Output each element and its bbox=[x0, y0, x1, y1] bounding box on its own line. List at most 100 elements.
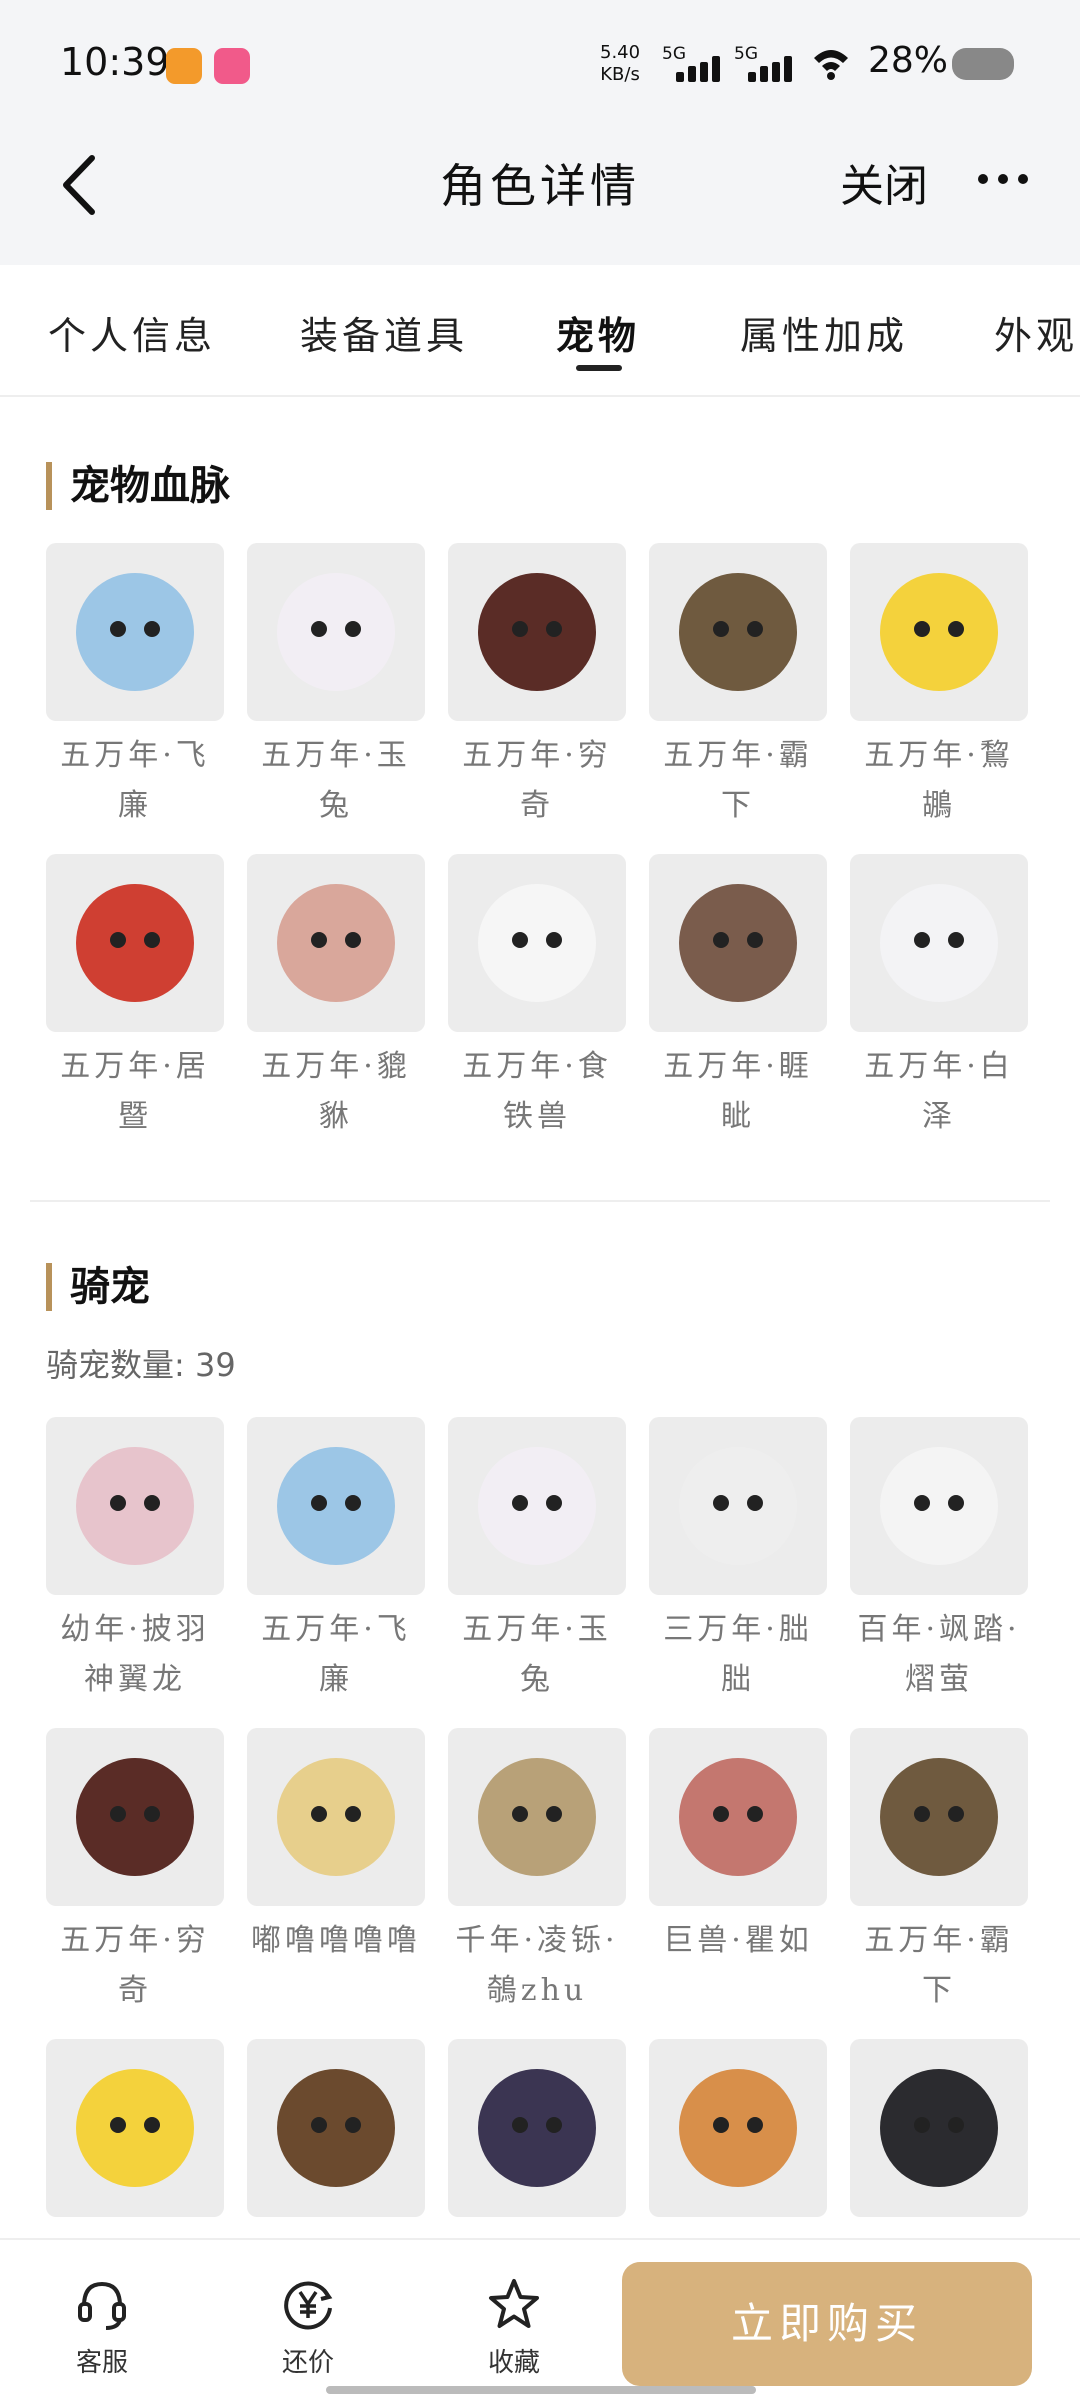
pet-eye-icon bbox=[546, 621, 562, 637]
pet-bloodline-item[interactable]: 五万年·睚眦 bbox=[649, 854, 827, 1142]
pet-bloodline-item[interactable]: 五万年·鵹鶘 bbox=[850, 543, 1028, 831]
pet-bloodline-item[interactable]: 五万年·居暨 bbox=[46, 854, 224, 1142]
pet-thumbnail[interactable] bbox=[247, 1417, 425, 1595]
tab-pets[interactable]: 宠物 bbox=[556, 305, 640, 360]
pet-thumbnail[interactable] bbox=[850, 2039, 1028, 2217]
pet-eye-icon bbox=[512, 1495, 528, 1511]
pet-bloodline-item[interactable]: 五万年·飞廉 bbox=[46, 543, 224, 831]
pet-name-line-1: 五万年·霸 bbox=[663, 738, 813, 773]
mount-item[interactable] bbox=[46, 2039, 224, 2227]
pet-thumbnail[interactable] bbox=[649, 854, 827, 1032]
pet-bloodline-item[interactable]: 五万年·食 铁兽 bbox=[448, 854, 626, 1142]
pet-eye-icon bbox=[144, 1495, 160, 1511]
mount-item[interactable] bbox=[247, 2039, 425, 2227]
pet-name-line-2: 下 bbox=[721, 788, 755, 823]
pet-thumbnail[interactable] bbox=[46, 854, 224, 1032]
pet-thumbnail[interactable] bbox=[649, 1417, 827, 1595]
pet-bloodline-item[interactable]: 五万年·霸下 bbox=[649, 543, 827, 831]
pet-eye-icon bbox=[144, 932, 160, 948]
bargain-label: 还价 bbox=[281, 2348, 334, 2378]
star-icon bbox=[489, 2279, 539, 2328]
mount-item[interactable]: 幼年·披羽 神翼龙 bbox=[46, 1417, 224, 1705]
pet-name-line-1: 五万年·穷 bbox=[462, 738, 612, 773]
pet-thumbnail[interactable] bbox=[247, 2039, 425, 2217]
pet-eye-icon bbox=[345, 621, 361, 637]
pet-portrait-icon bbox=[76, 1758, 194, 1876]
close-button[interactable]: 关闭 bbox=[840, 150, 928, 214]
battery-icon bbox=[952, 48, 1014, 80]
pet-eye-icon bbox=[144, 2117, 160, 2133]
pet-thumbnail[interactable] bbox=[46, 1417, 224, 1595]
pet-name-line-2: 廉 bbox=[118, 788, 152, 823]
signal-strength-icon bbox=[676, 56, 732, 82]
pet-thumbnail[interactable] bbox=[649, 1728, 827, 1906]
tab-equipment[interactable]: 装备道具 bbox=[300, 305, 468, 360]
pet-name-line-2: 泽 bbox=[922, 1099, 956, 1134]
mount-item[interactable]: 嘟噜噜噜噜 bbox=[247, 1728, 425, 1966]
pet-thumbnail[interactable] bbox=[850, 854, 1028, 1032]
mount-item[interactable] bbox=[850, 2039, 1028, 2227]
mount-item[interactable]: 巨兽·瞿如 bbox=[649, 1728, 827, 1966]
pet-name-line-1: 五万年·飞 bbox=[261, 1612, 411, 1647]
bilibili-notification-icon bbox=[214, 48, 250, 84]
mount-item[interactable]: 三万年·朏朏 bbox=[649, 1417, 827, 1705]
pet-thumbnail[interactable] bbox=[448, 543, 626, 721]
mount-item[interactable]: 千年·凌铄· 鵸zhu bbox=[448, 1728, 626, 2016]
pet-thumbnail[interactable] bbox=[850, 1417, 1028, 1595]
favorite-button[interactable]: 收藏 bbox=[464, 2276, 564, 2379]
pet-thumbnail[interactable] bbox=[850, 1728, 1028, 1906]
pet-eye-icon bbox=[110, 621, 126, 637]
pet-portrait-icon bbox=[679, 2069, 797, 2187]
pet-thumbnail[interactable] bbox=[247, 543, 425, 721]
pet-thumbnail[interactable] bbox=[46, 2039, 224, 2217]
pet-thumbnail[interactable] bbox=[247, 1728, 425, 1906]
pet-portrait-icon bbox=[880, 1447, 998, 1565]
tab-appearance[interactable]: 外观 bbox=[994, 305, 1078, 360]
tab-attribute-bonus[interactable]: 属性加成 bbox=[740, 305, 908, 360]
pet-thumbnail[interactable] bbox=[46, 543, 224, 721]
pet-name-line-2: 眦 bbox=[721, 1099, 755, 1134]
pet-bloodline-item[interactable]: 五万年·白泽 bbox=[850, 854, 1028, 1142]
pet-thumbnail[interactable] bbox=[448, 854, 626, 1032]
pet-name: 幼年·披羽 神翼龙 bbox=[46, 1605, 224, 1705]
pet-thumbnail[interactable] bbox=[649, 2039, 827, 2217]
pet-eye-icon bbox=[512, 1806, 528, 1822]
more-options-icon[interactable] bbox=[978, 174, 1030, 186]
mount-count-value: 39 bbox=[194, 1346, 236, 1384]
pet-thumbnail[interactable] bbox=[649, 543, 827, 721]
buy-now-button[interactable]: 立即购买 bbox=[622, 2262, 1032, 2386]
pet-thumbnail[interactable] bbox=[46, 1728, 224, 1906]
pet-portrait-icon bbox=[679, 1447, 797, 1565]
bargain-button[interactable]: 还价 bbox=[258, 2276, 358, 2379]
yen-circle-icon bbox=[284, 2281, 333, 2330]
mount-item[interactable]: 五万年·飞廉 bbox=[247, 1417, 425, 1705]
pet-bloodline-item[interactable]: 五万年·貔貅 bbox=[247, 854, 425, 1142]
mount-item[interactable]: 五万年·穷奇 bbox=[46, 1728, 224, 2016]
pet-name-line-1: 五万年·睚 bbox=[663, 1049, 813, 1084]
customer-service-button[interactable]: 客服 bbox=[52, 2276, 152, 2379]
customer-service-label: 客服 bbox=[75, 2348, 128, 2378]
mount-item[interactable] bbox=[448, 2039, 626, 2227]
pet-thumbnail[interactable] bbox=[247, 854, 425, 1032]
mount-item[interactable]: 五万年·霸下 bbox=[850, 1728, 1028, 2016]
pet-eye-icon bbox=[144, 621, 160, 637]
pet-name: 五万年·飞廉 bbox=[46, 731, 224, 831]
pet-eye-icon bbox=[948, 932, 964, 948]
pet-name-line-1: 百年·飒踏· bbox=[857, 1612, 1021, 1647]
pet-thumbnail[interactable] bbox=[448, 1417, 626, 1595]
pet-eye-icon bbox=[110, 2117, 126, 2133]
pet-eye-icon bbox=[914, 1806, 930, 1822]
pet-thumbnail[interactable] bbox=[448, 1728, 626, 1906]
pet-bloodline-item[interactable]: 五万年·玉兔 bbox=[247, 543, 425, 831]
mount-item[interactable]: 百年·飒踏· 熠萤 bbox=[850, 1417, 1028, 1705]
pet-eye-icon bbox=[311, 1495, 327, 1511]
mount-item[interactable] bbox=[649, 2039, 827, 2227]
pet-eye-icon bbox=[546, 2117, 562, 2133]
pet-thumbnail[interactable] bbox=[448, 2039, 626, 2217]
pet-thumbnail[interactable] bbox=[850, 543, 1028, 721]
tab-personal-info[interactable]: 个人信息 bbox=[48, 305, 216, 360]
pet-bloodline-item[interactable]: 五万年·穷奇 bbox=[448, 543, 626, 831]
pet-eye-icon bbox=[546, 1806, 562, 1822]
pet-name-line-1: 五万年·玉 bbox=[261, 738, 411, 773]
mount-item[interactable]: 五万年·玉兔 bbox=[448, 1417, 626, 1705]
